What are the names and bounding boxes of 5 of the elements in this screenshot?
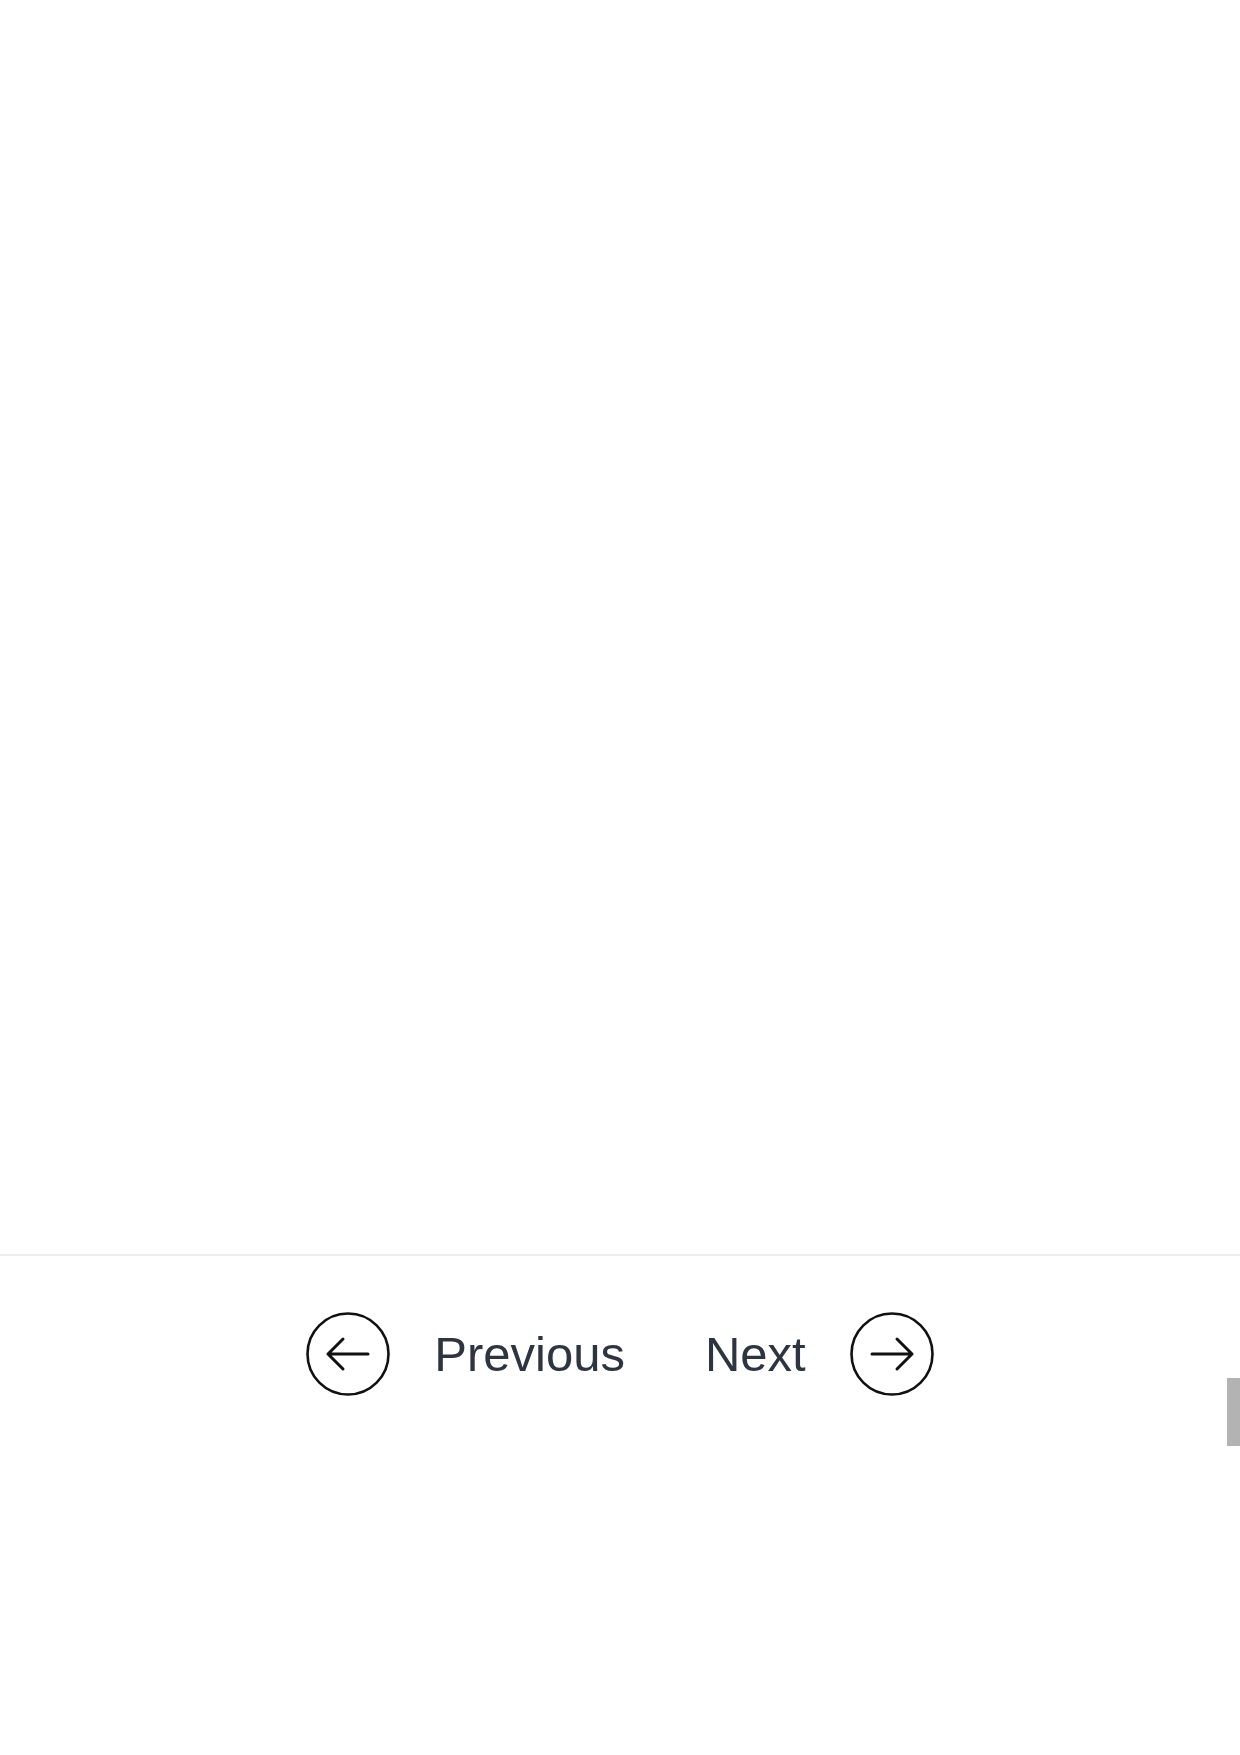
right-arrow-circle-icon <box>849 1312 934 1396</box>
left-arrow-circle-icon <box>306 1312 391 1396</box>
next-button[interactable]: Next <box>704 1312 934 1396</box>
scrollbar-thumb[interactable] <box>1227 1378 1240 1446</box>
previous-button[interactable]: Previous <box>306 1312 625 1396</box>
